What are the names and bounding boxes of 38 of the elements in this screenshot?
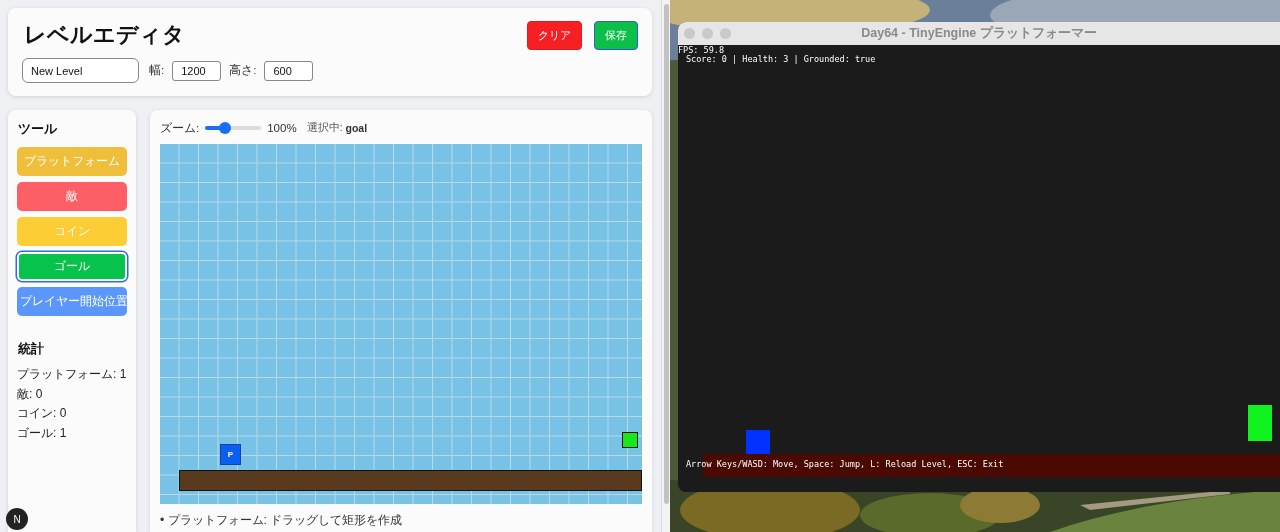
stat-text: コイン: 0 (17, 406, 68, 421)
editor-title: レベルエディタ (24, 21, 186, 49)
status-text: Score: 0 | Health: 3 | Grounded: true (686, 54, 876, 64)
player-block[interactable]: P (220, 444, 241, 465)
height-label: 高さ: (229, 63, 257, 78)
slider-thumb[interactable] (218, 122, 231, 134)
zoom-label: ズーム: (160, 120, 200, 136)
tool-button[interactable]: ゴール (17, 252, 127, 281)
stat-text: 敵: 0 (17, 386, 44, 401)
platform-block[interactable] (179, 470, 642, 491)
tool-button[interactable]: プレイヤー開始位置 (17, 287, 127, 316)
goal-block (1248, 405, 1272, 441)
level-canvas[interactable]: P (160, 144, 642, 504)
selection-value: goal (345, 122, 368, 134)
scrollbar-thumb[interactable] (664, 4, 669, 504)
controls-text: Arrow Keys/WASD: Move, Space: Jump, L: Reload Level, ESC: Exit (686, 459, 1004, 469)
stat-text: ゴール: 1 (17, 425, 68, 440)
window-title: Day64 - TinyEngine プラットフォーマー (861, 25, 1097, 42)
zoom-value: 100% (267, 122, 297, 134)
fps-text: FPS: 59.8 (678, 45, 725, 55)
close-icon[interactable] (684, 28, 695, 39)
width-label: 幅: (149, 63, 165, 78)
dev-badge[interactable]: N (6, 508, 28, 530)
tool-button[interactable]: 敵 (17, 182, 127, 211)
minimize-icon[interactable] (702, 28, 713, 39)
goal-block[interactable] (622, 432, 638, 448)
save-button[interactable]: 保存 (594, 20, 638, 50)
tools-heading: ツール (18, 120, 58, 138)
height-field[interactable]: 600 (264, 60, 314, 81)
help-text: • プラットフォーム: ドラッグして矩形を作成 (160, 512, 404, 529)
stat-text: プラットフォーム: 1 (17, 367, 127, 382)
level-name-field[interactable]: New Level (22, 58, 139, 83)
player-block (746, 430, 770, 454)
stats-heading: 統計 (18, 340, 45, 358)
clear-button[interactable]: クリア (527, 20, 582, 50)
width-field[interactable]: 1200 (172, 60, 222, 81)
selection-label: 選択中: (306, 121, 343, 135)
zoom-icon[interactable] (720, 28, 731, 39)
